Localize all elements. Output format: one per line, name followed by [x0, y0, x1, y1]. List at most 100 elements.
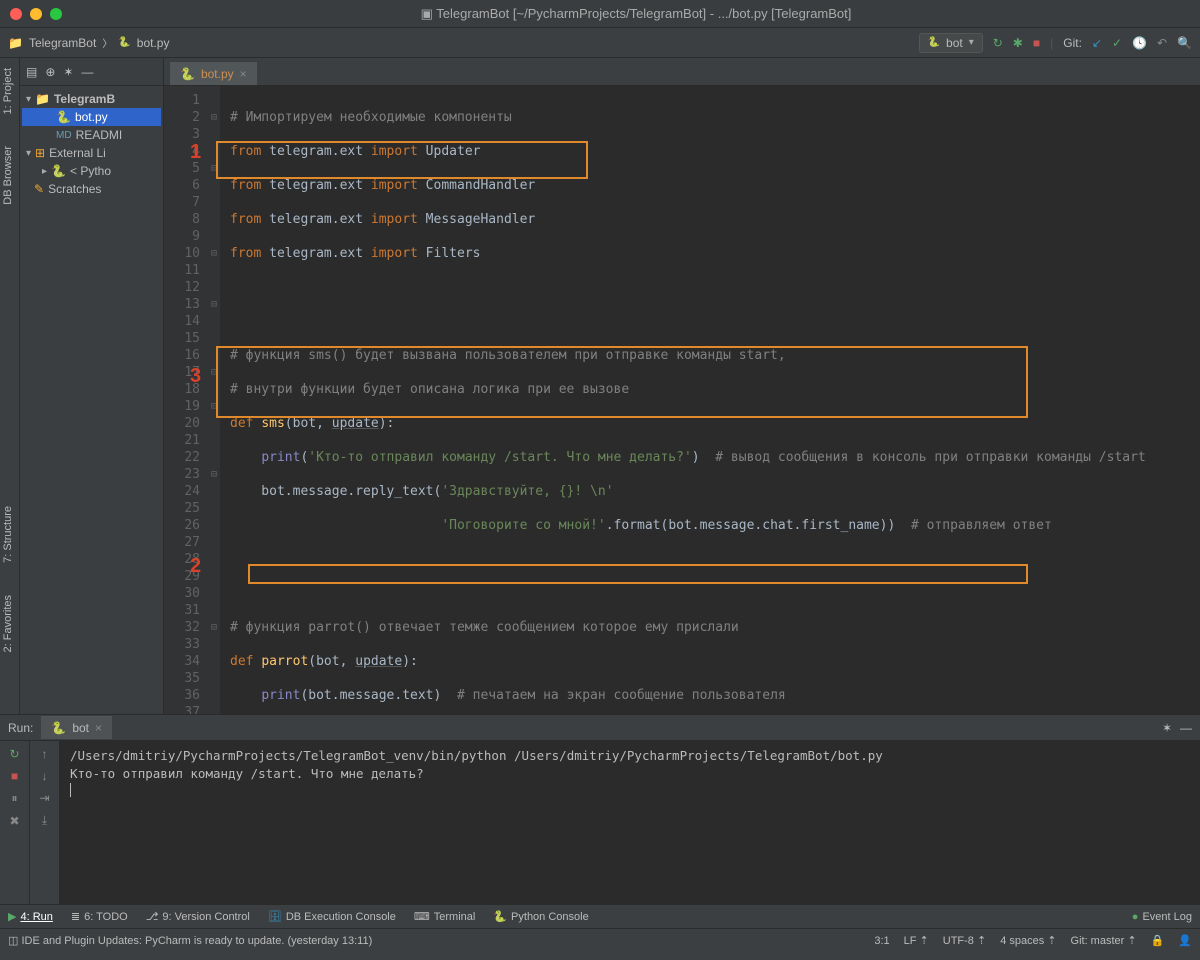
- tab-structure[interactable]: 7: Structure: [0, 500, 20, 569]
- tree-ext-label: External Li: [49, 146, 106, 160]
- bottom-tool-tabs: ▶4: Run ≣6: TODO ⎇9: Version Control 🗄DB…: [0, 904, 1200, 928]
- project-tree[interactable]: ▾ 📁 TelegramB 🐍 bot.py MD READMI ▾ ⊞ Ext…: [20, 86, 163, 202]
- tab-python-console[interactable]: 🐍Python Console: [493, 910, 588, 923]
- exit-icon[interactable]: ✖: [9, 814, 19, 828]
- scratches-icon: ✎: [34, 182, 44, 196]
- lock-icon[interactable]: 🔒: [1151, 934, 1165, 947]
- output-cursor: [70, 783, 71, 797]
- annotation-number-3: 3: [190, 368, 201, 385]
- python-icon: 🐍: [51, 721, 66, 735]
- tab-run[interactable]: ▶4: Run: [8, 910, 53, 923]
- status-bar: ◫ IDE and Plugin Updates: PyCharm is rea…: [0, 928, 1200, 952]
- maximize-window-button[interactable]: [50, 8, 62, 20]
- run-label: Run:: [8, 721, 33, 735]
- project-panel-header: ▤ ⊕ ✶ —: [20, 58, 163, 86]
- code-editor[interactable]: 1234567891011121314151617181920212223242…: [164, 86, 1200, 714]
- git-rollback-icon[interactable]: ↶: [1157, 36, 1167, 50]
- breadcrumb-file[interactable]: bot.py: [137, 36, 170, 50]
- rerun-icon[interactable]: ↻: [9, 747, 19, 761]
- notification-icon: ●: [1132, 911, 1139, 923]
- up-icon[interactable]: ↑: [42, 747, 48, 761]
- gear-icon[interactable]: ✶: [63, 65, 73, 79]
- window-controls: [10, 8, 62, 20]
- window-icon: ◫: [8, 935, 18, 947]
- close-run-tab-icon[interactable]: ×: [95, 721, 102, 735]
- output-line: Кто-то отправил команду /start. Что мне …: [70, 765, 1190, 783]
- python-icon: 🐍: [928, 37, 940, 48]
- line-separator[interactable]: LF ⇡: [904, 934, 929, 947]
- git-label: Git:: [1063, 36, 1082, 50]
- tab-favorites[interactable]: 2: Favorites: [0, 589, 20, 658]
- tree-file-bot[interactable]: 🐍 bot.py: [22, 108, 161, 126]
- python-file-icon: 🐍: [180, 67, 195, 81]
- tree-scratches[interactable]: ✎ Scratches: [22, 180, 161, 198]
- gear-icon[interactable]: ✶: [1162, 721, 1172, 735]
- close-tab-icon[interactable]: ×: [240, 67, 247, 81]
- breadcrumb[interactable]: 📁 TelegramBot 〉 🐍 bot.py: [8, 35, 169, 50]
- git-history-icon[interactable]: 🕓: [1132, 36, 1147, 50]
- git-update-icon[interactable]: ↙: [1092, 36, 1102, 50]
- softwrap-icon[interactable]: ⇥: [39, 791, 49, 805]
- chevron-right-icon: 〉: [102, 35, 112, 50]
- collapse-icon[interactable]: —: [81, 65, 93, 79]
- library-icon: ⊞: [35, 146, 45, 160]
- inspector-icon[interactable]: 👤: [1178, 934, 1192, 947]
- python-icon: 🐍: [493, 910, 507, 923]
- annotation-number-2: 2: [190, 558, 201, 575]
- tree-external-libs[interactable]: ▾ ⊞ External Li: [22, 144, 161, 162]
- branch-icon: ⎇: [146, 910, 159, 923]
- debug-icon[interactable]: ✱: [1013, 36, 1023, 50]
- breadcrumb-project[interactable]: TelegramBot: [29, 36, 96, 50]
- git-branch[interactable]: Git: master ⇡: [1071, 934, 1137, 947]
- pause-icon[interactable]: ⏸: [11, 791, 17, 806]
- tree-file-readme[interactable]: MD READMI: [22, 126, 161, 144]
- indent-setting[interactable]: 4 spaces ⇡: [1000, 934, 1056, 947]
- close-window-button[interactable]: [10, 8, 22, 20]
- tree-root[interactable]: ▾ 📁 TelegramB: [22, 90, 161, 108]
- git-commit-icon[interactable]: ✓: [1112, 36, 1122, 50]
- play-icon: ▶: [8, 910, 16, 923]
- rerun-icon[interactable]: ↻: [993, 36, 1003, 50]
- minimize-window-button[interactable]: [30, 8, 42, 20]
- window-title-text: TelegramBot [~/PycharmProjects/TelegramB…: [436, 6, 851, 21]
- window-title: ▣ TelegramBot [~/PycharmProjects/Telegra…: [82, 6, 1190, 22]
- run-tab[interactable]: 🐍 bot ×: [41, 716, 112, 739]
- line-numbers-gutter: 1234567891011121314151617181920212223242…: [164, 86, 208, 714]
- file-encoding[interactable]: UTF-8 ⇡: [943, 934, 986, 947]
- code-content[interactable]: # Импортируем необходимые компоненты fro…: [220, 86, 1200, 714]
- fold-gutter[interactable]: ⊟⊟⊟⊟⊟⊟⊟⊟: [208, 86, 220, 714]
- chevron-down-icon: ▾: [26, 94, 31, 105]
- tree-python-lib[interactable]: ▸ 🐍 < Pytho: [22, 162, 161, 180]
- stop-icon[interactable]: ■: [11, 769, 18, 783]
- target-icon[interactable]: ⊕: [45, 65, 55, 79]
- project-tool-window: ▤ ⊕ ✶ — ▾ 📁 TelegramB 🐍 bot.py MD READMI: [20, 58, 164, 714]
- chevron-down-icon: ▾: [26, 148, 31, 159]
- cursor-position[interactable]: 3:1: [874, 935, 889, 947]
- window-titlebar: ▣ TelegramBot [~/PycharmProjects/Telegra…: [0, 0, 1200, 28]
- status-message[interactable]: ◫ IDE and Plugin Updates: PyCharm is rea…: [8, 934, 372, 947]
- down-icon[interactable]: ↓: [42, 769, 48, 783]
- search-icon[interactable]: 🔍: [1177, 36, 1192, 50]
- tab-db-console[interactable]: 🗄DB Execution Console: [268, 910, 396, 923]
- python-file-icon: 🐍: [56, 110, 71, 124]
- run-tab-label: bot: [72, 721, 89, 735]
- run-toolbar-left: ↻ ■ ⏸ ✖: [0, 741, 30, 904]
- tab-vcs[interactable]: ⎇9: Version Control: [146, 910, 250, 923]
- run-console-output[interactable]: /Users/dmitriy/PycharmProjects/TelegramB…: [60, 741, 1200, 904]
- editor-tab-bot[interactable]: 🐍 bot.py ×: [170, 62, 257, 85]
- tab-project[interactable]: 1: Project: [0, 62, 19, 120]
- tab-db-browser[interactable]: DB Browser: [0, 140, 19, 211]
- markdown-icon: MD: [56, 130, 72, 141]
- minimize-panel-icon[interactable]: —: [1180, 721, 1192, 735]
- navigation-bar: 📁 TelegramBot 〉 🐍 bot.py 🐍 bot ▾ ↻ ✱ ■ |…: [0, 28, 1200, 58]
- tree-scratches-label: Scratches: [48, 182, 101, 196]
- run-config-selector[interactable]: 🐍 bot ▾: [919, 33, 983, 53]
- tab-todo[interactable]: ≣6: TODO: [71, 910, 128, 923]
- tab-event-log[interactable]: ●Event Log: [1132, 911, 1192, 923]
- folder-icon: 📁: [8, 36, 23, 50]
- run-toolbar-left2: ↑ ↓ ⇥ ⤓: [30, 741, 60, 904]
- scroll-icon[interactable]: ⤓: [42, 813, 47, 828]
- stop-icon[interactable]: ■: [1033, 36, 1040, 50]
- run-body: ↻ ■ ⏸ ✖ ↑ ↓ ⇥ ⤓ /Users/dmitriy/PycharmPr…: [0, 741, 1200, 904]
- tab-terminal[interactable]: ⌨Terminal: [414, 910, 475, 923]
